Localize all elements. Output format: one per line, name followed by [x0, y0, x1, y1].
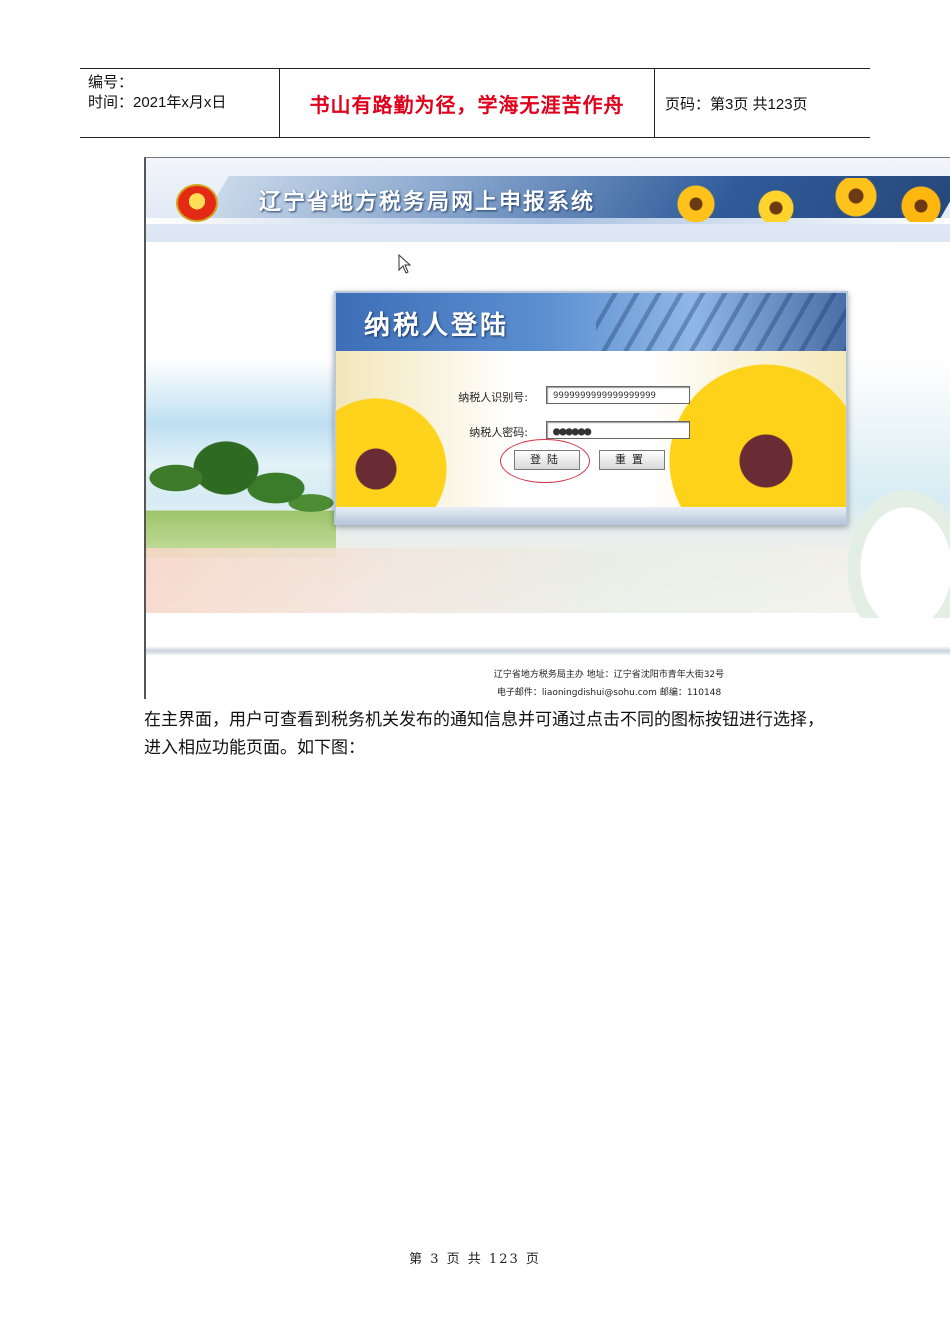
sunflower-decoration: [666, 178, 950, 222]
login-screenshot: 辽宁省地方税务局网上申报系统 纳税人登陆 纳税人识别号: 99999999999…: [144, 157, 950, 699]
trees-decoration: [146, 438, 336, 558]
header-meta: 编号： 时间：2021年x月x日: [80, 69, 280, 137]
lily-decoration: [846, 488, 950, 618]
login-panel-header: 纳税人登陆: [336, 293, 846, 351]
banner-title: 辽宁省地方税务局网上申报系统: [259, 190, 596, 215]
password-label: 纳税人密码:: [469, 426, 528, 439]
number-label: 编号：: [88, 74, 134, 91]
site-footer-address: 辽宁省地方税务局主办 地址：辽宁省沈阳市青年大街32号: [493, 670, 725, 680]
mouse-cursor-icon: [398, 254, 412, 274]
login-panel: 纳税人登陆 纳税人识别号: 9999999999999999999 纳税人密码:…: [334, 291, 848, 525]
page-number: 第 3 页 共 123 页: [409, 1252, 541, 1267]
footer-divider: [146, 646, 950, 656]
highlight-circle: [500, 439, 590, 483]
login-panel-title: 纳税人登陆: [364, 311, 510, 341]
document-header: 编号： 时间：2021年x月x日 书山有路勤为径，学海无涯苦作舟 页码：第3页 …: [80, 68, 870, 138]
meadow-decoration: [146, 548, 950, 613]
site-banner: 辽宁省地方税务局网上申报系统: [146, 158, 950, 242]
taxpayer-id-input[interactable]: 9999999999999999999: [546, 386, 690, 404]
taxpayer-id-label: 纳税人识别号:: [458, 391, 528, 404]
login-panel-bottom: [336, 507, 846, 523]
reset-button[interactable]: 重置: [599, 450, 665, 470]
header-motto: 书山有路勤为径，学海无涯苦作舟: [280, 69, 655, 137]
body-paragraph: 在主界面，用户可查看到税务机关发布的通知信息并可通过点击不同的图标按钮进行选择，…: [144, 710, 824, 758]
leaves-decoration: [596, 293, 846, 351]
time-label: 时间：2021年x月x日: [88, 94, 227, 111]
password-input[interactable]: ●●●●●●: [546, 421, 690, 439]
tax-emblem-icon: [176, 184, 218, 222]
header-page-info: 页码：第3页 共123页: [665, 95, 808, 113]
site-footer-contact: 电子邮件：liaoningdishui@sohu.com 邮编：110148: [496, 688, 722, 698]
